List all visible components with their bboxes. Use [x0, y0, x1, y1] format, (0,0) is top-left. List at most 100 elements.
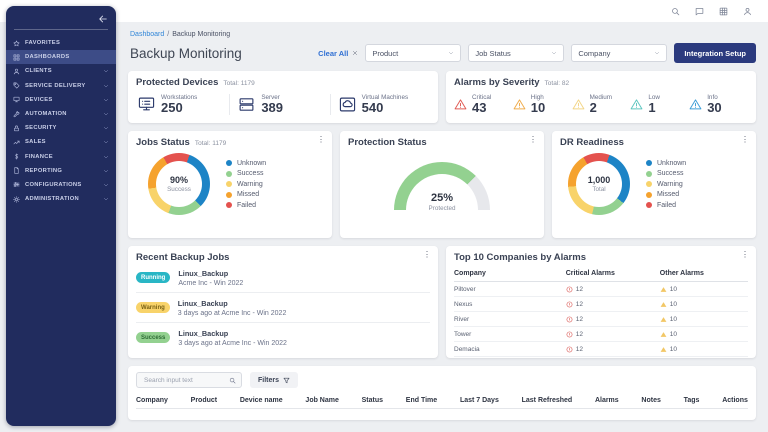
company-row-nexus[interactable]: Nexus 12 10 [454, 297, 748, 312]
severity-value: 2 [590, 101, 612, 115]
column-header-actions[interactable]: Actions [722, 397, 748, 404]
legend-item-missed: Missed [646, 191, 686, 198]
integration-setup-button[interactable]: Integration Setup [674, 43, 756, 63]
kpi-workstations: Workstations 250 [136, 94, 229, 115]
clear-all-button[interactable]: Clear All [318, 49, 358, 58]
chevron-down-icon [654, 50, 660, 56]
column-header-job-name[interactable]: Job Name [305, 397, 338, 404]
kebab-menu-icon[interactable]: ⋮ [317, 136, 325, 144]
filters-button[interactable]: Filters [250, 372, 298, 388]
column-header-alarms[interactable]: Alarms [595, 397, 619, 404]
search-button[interactable] [671, 4, 680, 19]
other-alarm-count: 10 [670, 346, 677, 353]
protected-devices-card: Protected Devices Total: 1179 Workstatio… [128, 71, 438, 123]
column-header-last-7-days[interactable]: Last 7 Days [460, 397, 499, 404]
critical-circle-icon [566, 331, 573, 338]
filter-select-label: Job Status [475, 49, 510, 58]
filter-dropdowns: Product Job Status Company [365, 44, 667, 62]
legend-label: Missed [657, 191, 679, 198]
column-header-company[interactable]: Company [136, 397, 168, 404]
search-icon [671, 7, 680, 16]
chat-icon [695, 7, 704, 16]
sidebar-item-clients[interactable]: CLIENTS [6, 64, 116, 78]
company-row-tower[interactable]: Tower 12 10 [454, 327, 748, 342]
company-row-piltover[interactable]: Piltover 12 10 [454, 282, 748, 297]
search-box [136, 372, 242, 388]
column-header-notes[interactable]: Notes [641, 397, 660, 404]
sidebar-item-reporting[interactable]: REPORTING [6, 164, 116, 178]
legend-label: Failed [237, 202, 256, 209]
breadcrumb-dashboard-link[interactable]: Dashboard [130, 31, 164, 38]
legend-item-warning: Warning [646, 181, 686, 188]
kpi-value: 389 [261, 101, 283, 115]
column-header-device-name[interactable]: Device name [240, 397, 283, 404]
chevron-down-icon [103, 168, 109, 174]
column-header-status[interactable]: Status [362, 397, 383, 404]
filter-select-product[interactable]: Product [365, 44, 461, 62]
company-row-demacia[interactable]: Demacia 12 10 [454, 342, 748, 357]
job-row[interactable]: Success Linux_Backup 3 days ago at Acme … [136, 323, 430, 352]
critical-circle-icon [566, 316, 573, 323]
sidebar-item-favorites[interactable]: FAVORITES [6, 36, 116, 50]
sidebar-item-automation[interactable]: AUTOMATION [6, 107, 116, 121]
table-column-headers: Company Product Device name Job Name Status E… [136, 397, 748, 409]
protected-devices-list: Workstations 250 Server 389 Virtual Mach… [136, 94, 430, 115]
sidebar-item-sales[interactable]: SALES [6, 135, 116, 149]
legend-item-success: Success [646, 170, 686, 177]
sidebar-nav: FAVORITES DASHBOARDS CLIENTS SERVICE DEL… [6, 36, 116, 206]
alert-triangle-icon [572, 98, 585, 111]
legend-dot [646, 181, 652, 187]
breadcrumb: Dashboard/Backup Monitoring [130, 31, 756, 38]
sidebar-item-configurations[interactable]: CONFIGURATIONS [6, 178, 116, 192]
sidebar-item-finance[interactable]: FINANCE [6, 150, 116, 164]
kebab-menu-icon[interactable]: ⋮ [741, 251, 749, 259]
sidebar-item-dashboards[interactable]: DASHBOARDS [6, 50, 116, 64]
protection-gauge: 25% Protected [394, 162, 490, 212]
job-row[interactable]: Running Linux_Backup Acme Inc - Win 2022 [136, 263, 430, 293]
column-header-tags[interactable]: Tags [684, 397, 700, 404]
filter-select-job-status[interactable]: Job Status [468, 44, 564, 62]
collapse-sidebar-button[interactable] [98, 12, 108, 27]
chart-legend: Unknown Success Warning Missed Failed [226, 160, 266, 209]
chevron-down-icon [103, 182, 109, 188]
company-row-river[interactable]: River 12 10 [454, 312, 748, 327]
card-title: Recent Backup Jobs [136, 252, 229, 263]
job-row[interactable]: Warning Linux_Backup 3 days ago at Acme … [136, 293, 430, 323]
apps-button[interactable] [719, 4, 728, 19]
legend-item-missed: Missed [226, 191, 266, 198]
filter-select-company[interactable]: Company [571, 44, 667, 62]
star-icon [13, 40, 20, 47]
companies-table-rows: Piltover 12 10 Nexus 12 10 River 12 10 T… [454, 282, 748, 357]
sidebar-item-devices[interactable]: DEVICES [6, 93, 116, 107]
company-name: Tower [454, 331, 566, 338]
trend-icon [13, 139, 20, 146]
donut-center-value: 1,000 [588, 175, 611, 185]
column-header-end-time[interactable]: End Time [406, 397, 437, 404]
kpi-value: 250 [161, 101, 197, 115]
column-header-product[interactable]: Product [191, 397, 217, 404]
kebab-menu-icon[interactable]: ⋮ [529, 136, 537, 144]
page-header: Backup Monitoring Clear All Product Job … [130, 43, 756, 63]
sidebar-item-service-delivery[interactable]: SERVICE DELIVERY [6, 79, 116, 93]
filters-label: Filters [258, 377, 279, 384]
arrow-left-icon [98, 14, 108, 24]
kebab-menu-icon[interactable]: ⋮ [741, 136, 749, 144]
kpi-row: Protected Devices Total: 1179 Workstatio… [128, 71, 756, 123]
sidebar-item-label: SECURITY [25, 125, 57, 131]
legend-label: Success [237, 170, 263, 177]
sidebar-item-security[interactable]: SECURITY [6, 121, 116, 135]
sidebar-item-administration[interactable]: ADMINISTRATION [6, 192, 116, 206]
user-button[interactable] [743, 4, 752, 19]
severity-list: Critical 43 High 10 Medium 2 Low 1 Info … [454, 94, 748, 115]
search-input[interactable] [142, 376, 229, 385]
recent-jobs-list: Running Linux_Backup Acme Inc - Win 2022… [136, 263, 430, 352]
chat-button[interactable] [695, 4, 704, 19]
other-alarm-count: 10 [670, 331, 677, 338]
column-header-last-refreshed[interactable]: Last Refreshed [522, 397, 573, 404]
legend-item-success: Success [226, 170, 266, 177]
other-alarm-count: 10 [670, 301, 677, 308]
sidebar-divider [14, 29, 108, 30]
kebab-menu-icon[interactable]: ⋮ [423, 251, 431, 259]
user-icon [743, 7, 752, 16]
legend-label: Success [657, 170, 683, 177]
